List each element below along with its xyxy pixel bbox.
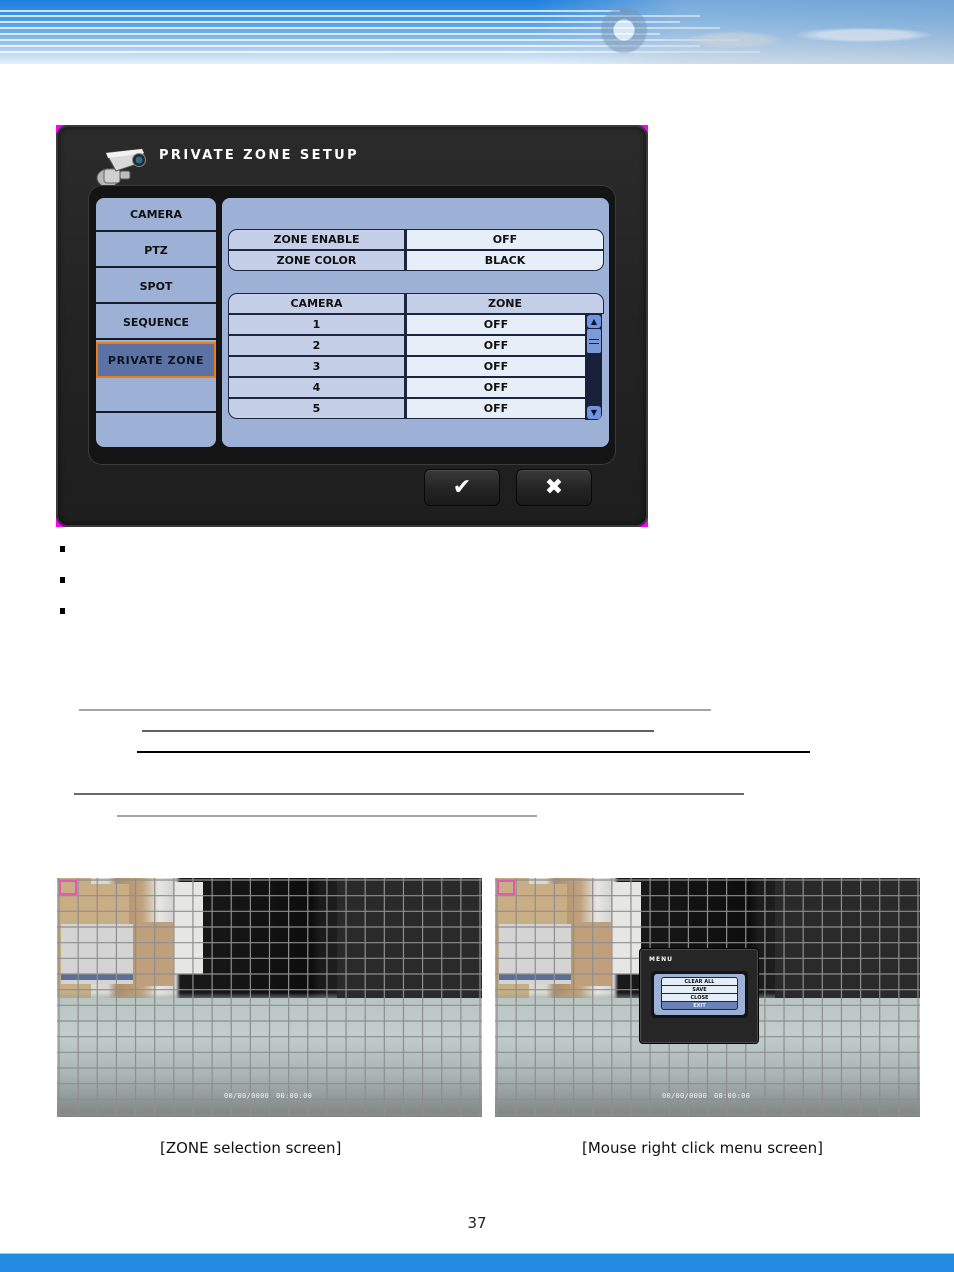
menu-item-spot[interactable]: SPOT: [96, 270, 216, 304]
menu-item-empty: [96, 415, 216, 447]
camera-number: 2: [228, 335, 405, 356]
timestamp-date: 00/00/0000: [224, 1092, 270, 1100]
banner-camera-photo: [534, 0, 954, 64]
menu-item-empty: [96, 379, 216, 413]
table-row: 5 OFF: [228, 398, 586, 419]
menu-item-private-zone[interactable]: PRIVATE ZONE: [96, 342, 216, 378]
bullet-marker: [60, 608, 65, 614]
column-header-camera: CAMERA: [228, 293, 405, 314]
bullet-marker: [60, 546, 65, 552]
menu-item-exit[interactable]: EXIT: [661, 1001, 738, 1010]
menu-item-ptz[interactable]: PTZ: [96, 234, 216, 268]
timestamp-time: 00:00:00: [276, 1092, 313, 1100]
caption-right-click-menu: [Mouse right click menu screen]: [582, 1139, 823, 1157]
setting-row-zone-color: ZONE COLOR BLACK: [228, 250, 604, 271]
ok-button[interactable]: ✔: [424, 469, 500, 506]
context-menu-body: CLEAR ALL SAVE CLOSE EXIT: [651, 971, 748, 1018]
table-row: 3 OFF: [228, 356, 586, 377]
zone-enable-value[interactable]: OFF: [405, 229, 604, 250]
private-zone-setup-dialog: PRIVATE ZONE SETUP CAMERA PTZ SPOT SEQUE…: [56, 125, 648, 527]
underline-rule: [79, 709, 711, 711]
scroll-down-icon[interactable]: ▼: [587, 406, 601, 419]
header-banner: [0, 0, 954, 64]
underline-rule: [137, 751, 810, 753]
table-row: 4 OFF: [228, 377, 586, 398]
zone-selection-marker: [59, 880, 77, 895]
underline-rule: [74, 793, 744, 795]
zone-value[interactable]: OFF: [405, 335, 586, 356]
zone-color-label: ZONE COLOR: [228, 250, 405, 271]
close-icon: ✖: [544, 475, 564, 500]
context-menu-title: MENU: [649, 956, 673, 963]
grip-icon: [589, 338, 599, 344]
column-header-zone: ZONE: [405, 293, 604, 314]
right-click-menu-screenshot: MENU CLEAR ALL SAVE CLOSE EXIT 00/00/000…: [495, 878, 920, 1117]
bullet-marker: [60, 577, 65, 583]
zone-value[interactable]: OFF: [405, 377, 586, 398]
scroll-up-icon[interactable]: ▲: [587, 315, 601, 328]
caption-zone-selection: [ZONE selection screen]: [160, 1139, 342, 1157]
zone-table-scrollbar[interactable]: ▲ ▼: [585, 314, 602, 420]
scroll-thumb[interactable]: [587, 329, 601, 353]
table-header-row: CAMERA ZONE: [228, 293, 604, 314]
security-camera-icon: [96, 148, 147, 188]
underline-rule: [142, 730, 654, 732]
zone-selection-marker: [497, 880, 515, 895]
zone-grid[interactable]: [57, 878, 482, 1117]
camera-number: 4: [228, 377, 405, 398]
timestamp-time: 00:00:00: [714, 1092, 751, 1100]
dialog-body: CAMERA PTZ SPOT SEQUENCE PRIVATE ZONE ZO…: [88, 185, 616, 465]
context-menu-list: CLEAR ALL SAVE CLOSE EXIT: [654, 974, 745, 1015]
zone-enable-label: ZONE ENABLE: [228, 229, 405, 250]
timestamp-date: 00/00/0000: [662, 1092, 708, 1100]
footer-bar: [0, 1253, 954, 1272]
camera-number: 1: [228, 314, 405, 335]
page-number: 37: [467, 1214, 487, 1232]
zone-value[interactable]: OFF: [405, 356, 586, 377]
camera-number: 5: [228, 398, 405, 419]
context-menu: MENU CLEAR ALL SAVE CLOSE EXIT: [639, 948, 759, 1044]
checkmark-icon: ✔: [452, 475, 472, 500]
setting-row-zone-enable: ZONE ENABLE OFF: [228, 229, 604, 250]
underline-rule: [117, 815, 537, 817]
zone-selection-screenshot: 00/00/0000 00:00:00: [57, 878, 482, 1117]
menu-item-camera[interactable]: CAMERA: [96, 198, 216, 232]
table-row: 2 OFF: [228, 335, 586, 356]
cancel-button[interactable]: ✖: [516, 469, 592, 506]
banner-stripe: [0, 10, 620, 12]
private-zone-panel: ZONE ENABLE OFF ZONE COLOR BLACK CAMERA …: [222, 198, 609, 447]
dialog-title: PRIVATE ZONE SETUP: [159, 148, 360, 163]
camera-number: 3: [228, 356, 405, 377]
zone-value[interactable]: OFF: [405, 398, 586, 419]
zone-value[interactable]: OFF: [405, 314, 586, 335]
table-row: 1 OFF: [228, 314, 586, 335]
settings-menu: CAMERA PTZ SPOT SEQUENCE PRIVATE ZONE: [96, 198, 216, 447]
zone-color-value[interactable]: BLACK: [405, 250, 604, 271]
menu-item-sequence[interactable]: SEQUENCE: [96, 306, 216, 340]
